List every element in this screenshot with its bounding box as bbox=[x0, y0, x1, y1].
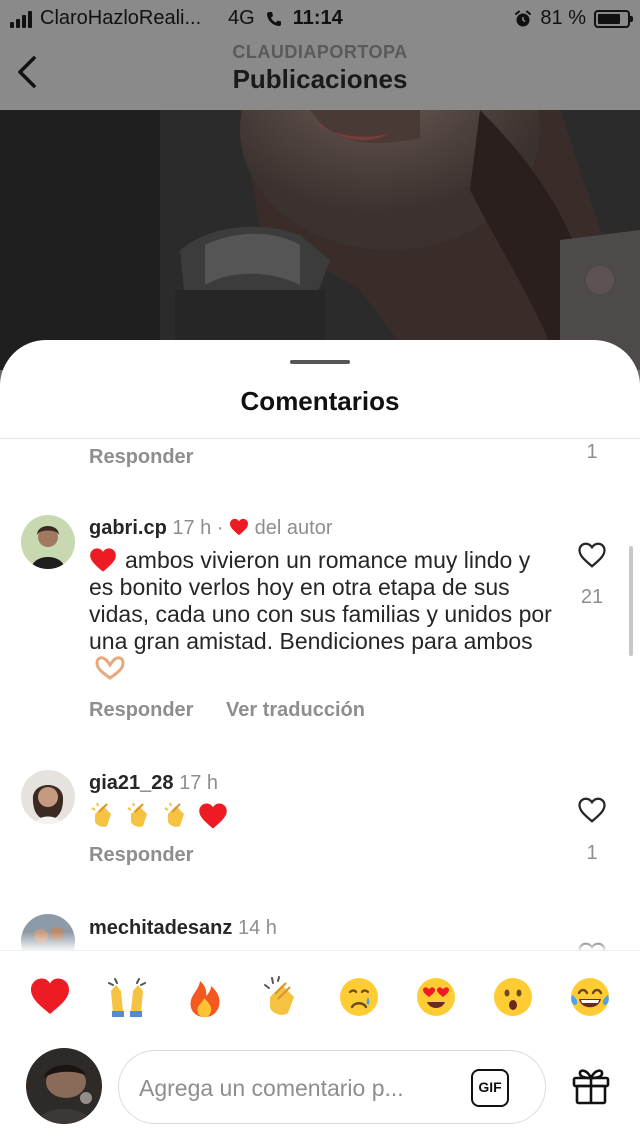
call-forwarding-icon bbox=[266, 11, 281, 26]
heart-emoji-icon bbox=[199, 803, 227, 829]
top-header: CLAUDIAPORTOPA Publicaciones bbox=[0, 36, 640, 110]
comment-body bbox=[89, 800, 559, 836]
post-image bbox=[0, 110, 640, 370]
emoji-bar bbox=[0, 950, 640, 1044]
list-fade bbox=[0, 932, 640, 952]
carrier-name: ClaroHazloReali... bbox=[40, 7, 202, 29]
comment-text: ambos vivieron un romance muy lindo y es… bbox=[89, 547, 552, 654]
reply-button[interactable]: Responder bbox=[89, 446, 193, 469]
comment-time: 17 h bbox=[179, 772, 219, 794]
raising-hands-emoji-button[interactable] bbox=[105, 975, 149, 1019]
network-type: 4G bbox=[228, 7, 255, 29]
crying-face-emoji-button[interactable] bbox=[337, 975, 381, 1019]
alarm-icon bbox=[515, 10, 532, 26]
comment-meta: gia21_28 17 h bbox=[89, 772, 218, 795]
meta-separator: · bbox=[216, 517, 224, 539]
tears-of-joy-emoji-button[interactable] bbox=[568, 975, 612, 1019]
clapping-hands-emoji-icon bbox=[164, 802, 184, 827]
reply-button[interactable]: Responder bbox=[89, 699, 193, 722]
current-user-avatar[interactable] bbox=[26, 1048, 102, 1124]
comment-body: ambos vivieron un romance muy lindo y es… bbox=[89, 547, 559, 682]
scrollbar[interactable] bbox=[629, 546, 633, 656]
comment-input[interactable]: Agrega un comentario p... GIF bbox=[118, 1050, 546, 1124]
like-count: 1 bbox=[586, 842, 598, 864]
drag-handle[interactable] bbox=[290, 360, 350, 364]
gif-button[interactable]: GIF bbox=[471, 1069, 509, 1107]
comment-time: 17 h bbox=[172, 517, 212, 539]
profile-username: CLAUDIAPORTOPA bbox=[232, 42, 408, 62]
comment-input-placeholder: Agrega un comentario p... bbox=[139, 1075, 404, 1101]
clapping-hands-emoji-icon bbox=[127, 802, 148, 827]
clock: 11:14 bbox=[292, 7, 343, 29]
avatar[interactable] bbox=[21, 515, 75, 569]
heart-emoji-button[interactable] bbox=[28, 975, 72, 1019]
comment-composer: Agrega un comentario p... GIF bbox=[0, 1044, 640, 1137]
comment-meta: gabri.cp 17 h · del autor bbox=[89, 517, 333, 540]
heart-eyes-emoji-button[interactable] bbox=[414, 975, 458, 1019]
battery-icon bbox=[594, 9, 633, 28]
like-count: 21 bbox=[580, 586, 604, 608]
heart-hands-emoji-icon bbox=[95, 656, 125, 680]
heart-icon bbox=[230, 518, 249, 536]
like-heart-icon[interactable] bbox=[577, 541, 607, 569]
author-liked-badge: del autor bbox=[254, 517, 333, 539]
like-count: 1 bbox=[586, 441, 598, 463]
emoji-row bbox=[89, 802, 228, 835]
status-bar: ClaroHazloReali... 4G 11:14 81 % bbox=[0, 0, 640, 36]
see-translation-button[interactable]: Ver traducción bbox=[226, 699, 365, 722]
signal-strength-icon bbox=[10, 10, 32, 28]
clapping-hands-emoji-icon bbox=[91, 802, 111, 827]
clapping-hands-emoji-button[interactable] bbox=[260, 975, 304, 1019]
divider bbox=[0, 438, 640, 439]
battery-percentage: 81 % bbox=[540, 7, 586, 29]
heart-emoji-icon bbox=[90, 548, 116, 572]
fire-emoji-button[interactable] bbox=[183, 975, 227, 1019]
like-heart-icon[interactable] bbox=[577, 796, 607, 824]
comment-username[interactable]: gia21_28 bbox=[89, 772, 174, 794]
reply-button[interactable]: Responder bbox=[89, 844, 193, 867]
comment-username[interactable]: gabri.cp bbox=[89, 517, 167, 539]
gift-icon[interactable] bbox=[570, 1064, 612, 1106]
avatar[interactable] bbox=[21, 770, 75, 824]
surprised-face-emoji-button[interactable] bbox=[491, 975, 535, 1019]
sheet-title: Comentarios bbox=[240, 386, 400, 416]
page-title: Publicaciones bbox=[232, 64, 408, 94]
comments-sheet: Comentarios Responder 1 gabri.cp 17 h · … bbox=[0, 340, 640, 1137]
